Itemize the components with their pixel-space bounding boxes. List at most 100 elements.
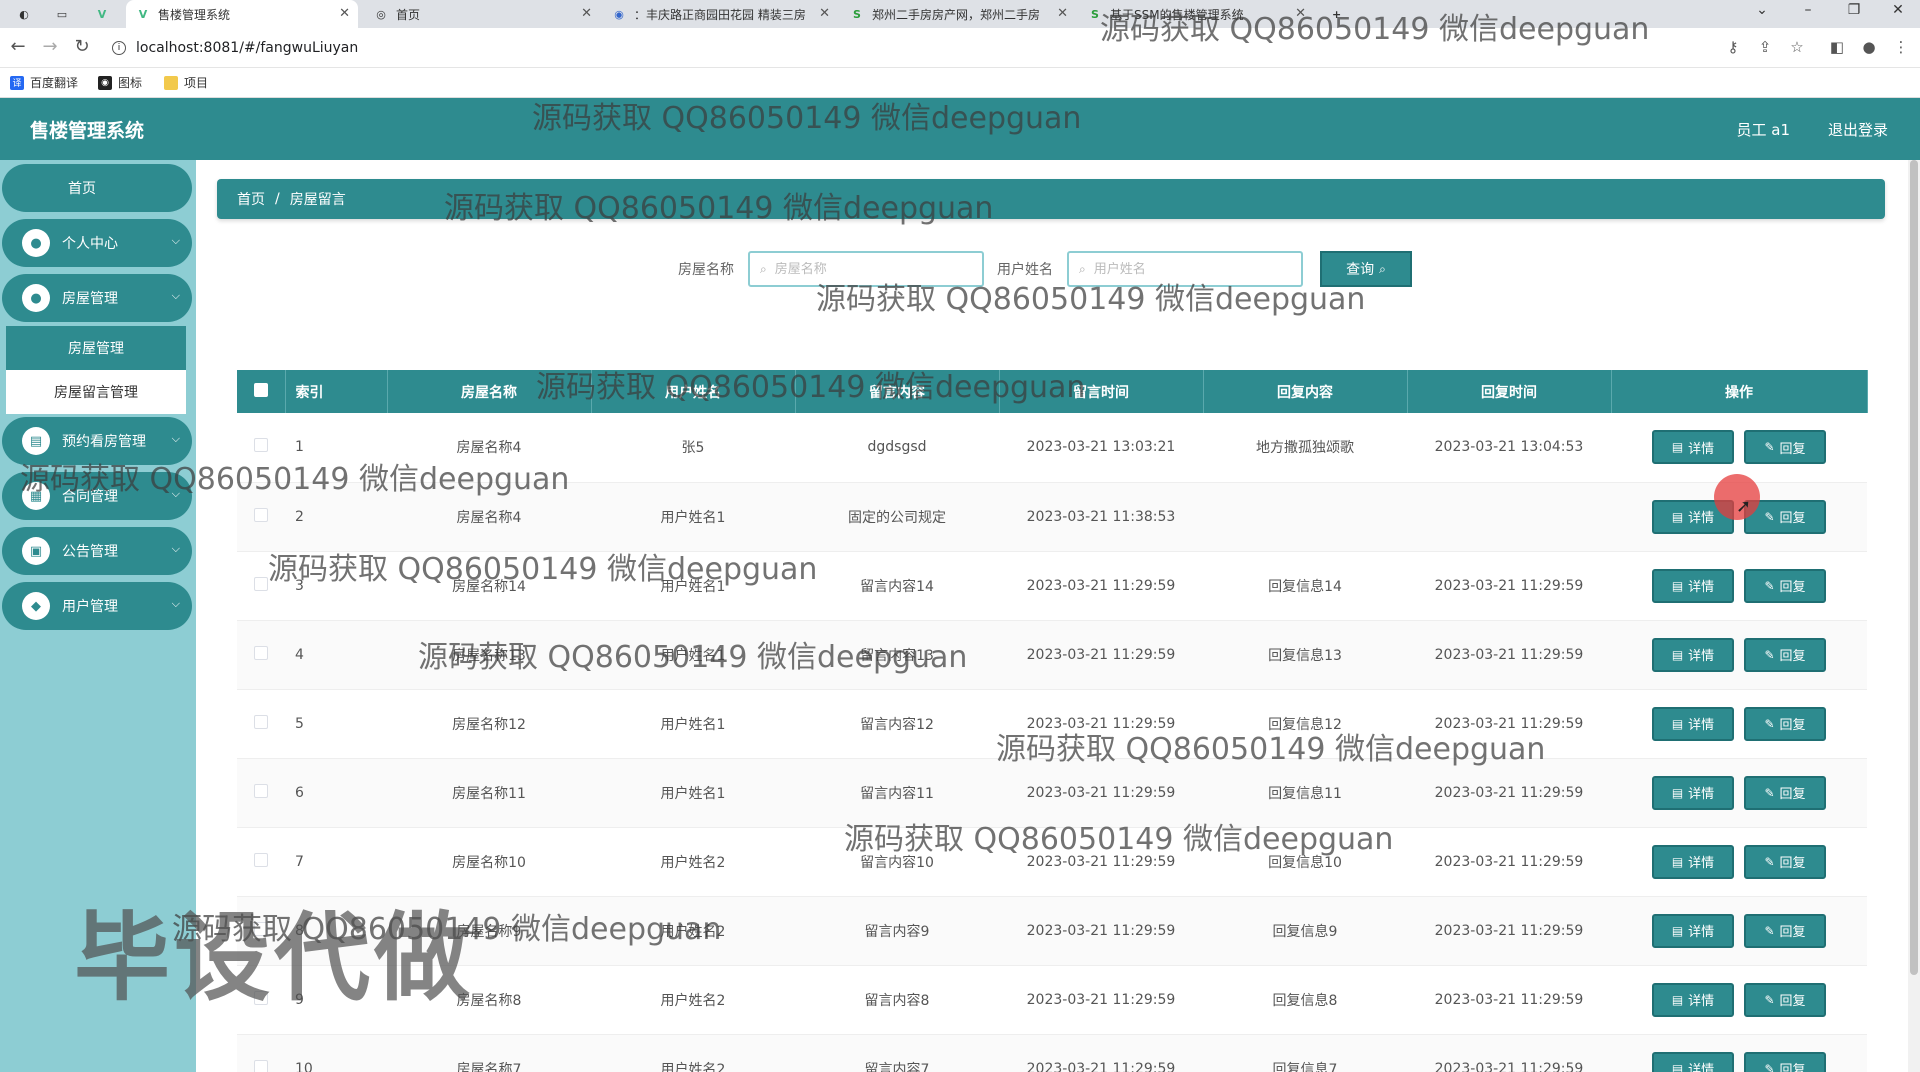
cell-reply-content: 回复信息13	[1203, 620, 1407, 690]
user-name-input[interactable]	[1093, 261, 1284, 277]
cell-user-name: 用户姓名2	[591, 1034, 795, 1072]
new-tab-button[interactable]: +	[1322, 0, 1352, 28]
detail-button[interactable]: ▤ 详情	[1652, 568, 1734, 603]
detail-button[interactable]: ▤ 详情	[1652, 637, 1734, 672]
row-checkbox[interactable]	[254, 783, 268, 798]
document-icon: ▤	[1671, 578, 1684, 593]
row-select-cell[interactable]	[237, 758, 285, 828]
share-icon[interactable]: ⇪	[1754, 38, 1776, 56]
close-icon[interactable]: ✕	[581, 6, 592, 21]
back-icon[interactable]: ←	[6, 36, 30, 57]
logout-button[interactable]: 退出登录	[1828, 119, 1888, 140]
row-checkbox[interactable]	[254, 438, 268, 453]
star-icon[interactable]: ☆	[1786, 38, 1808, 56]
detail-button[interactable]: ▤ 详情	[1652, 430, 1734, 465]
tab-realestate[interactable]: S 郑州二手房房产网，郑州二手房 ✕	[840, 0, 1076, 28]
reply-button[interactable]: ✎ 回复	[1744, 913, 1826, 948]
row-select-cell[interactable]	[237, 965, 285, 1035]
reply-button[interactable]: ✎ 回复	[1744, 775, 1826, 810]
tab-search-button[interactable]: ⌄	[1742, 2, 1782, 18]
reply-button[interactable]: ✎ 回复	[1744, 844, 1826, 879]
tab-vue[interactable]: V	[86, 0, 126, 28]
row-checkbox[interactable]	[254, 576, 268, 591]
row-checkbox[interactable]	[254, 852, 268, 867]
detail-button[interactable]: ▤ 详情	[1652, 913, 1734, 948]
minimize-button[interactable]: –	[1788, 2, 1828, 18]
row-checkbox[interactable]	[254, 645, 268, 660]
row-select-cell[interactable]	[237, 689, 285, 759]
reply-button[interactable]: ✎ 回复	[1744, 982, 1826, 1017]
sidebar-item-users[interactable]: ◆ 用户管理 ⌵	[2, 582, 192, 630]
close-icon[interactable]: ✕	[1057, 6, 1068, 21]
bookmark-translate[interactable]: 译 百度翻译	[10, 74, 78, 91]
restore-button[interactable]: ❐	[1834, 2, 1874, 18]
reply-button[interactable]: ✎ 回复	[1744, 706, 1826, 741]
detail-button[interactable]: ▤ 详情	[1652, 844, 1734, 879]
cell-index: 8	[285, 896, 387, 966]
select-all-checkbox[interactable]	[253, 382, 268, 397]
row-checkbox[interactable]	[254, 507, 268, 522]
close-window-button[interactable]: ✕	[1878, 2, 1918, 18]
tab-home[interactable]: ◎ 首页 ✕	[364, 0, 600, 28]
row-checkbox[interactable]	[254, 921, 268, 936]
table-row: 10 房屋名称7 用户姓名2 留言内容7 2023-03-21 11:29:59 回复信息…	[237, 1034, 1867, 1072]
cell-message-time: 2023-03-21 11:29:59	[999, 758, 1203, 828]
row-checkbox[interactable]	[254, 1059, 268, 1072]
tab-blank[interactable]: ▭	[46, 0, 86, 28]
sidebar-subitem-house-message[interactable]: 房屋留言管理	[6, 370, 186, 414]
key-icon[interactable]: ⚷	[1722, 38, 1744, 56]
row-select-cell[interactable]	[237, 482, 285, 552]
document-icon: ▤	[1671, 440, 1684, 455]
reply-button[interactable]: ✎ 回复	[1744, 430, 1826, 465]
row-select-cell[interactable]	[237, 896, 285, 966]
close-icon[interactable]: ✕	[819, 6, 830, 21]
user-name-field[interactable]: ⌕	[1067, 251, 1303, 287]
column-header: 留言内容	[795, 370, 1000, 413]
sidebar-subitem-house-manage[interactable]: 房屋管理	[6, 326, 186, 370]
sidebar-item-appointment[interactable]: ▤ 预约看房管理 ⌵	[2, 417, 192, 465]
select-all-cell[interactable]	[237, 370, 286, 413]
reply-button[interactable]: ✎ 回复	[1744, 1051, 1826, 1072]
sidepanel-icon[interactable]: ◧	[1826, 38, 1848, 56]
more-icon[interactable]: ⋮	[1890, 38, 1912, 56]
row-select-cell[interactable]	[237, 620, 285, 690]
detail-button-label: 详情	[1688, 1063, 1715, 1072]
house-name-field[interactable]: ⌕	[748, 251, 984, 287]
scrollbar-thumb[interactable]	[1910, 160, 1918, 975]
detail-button[interactable]: ▤ 详情	[1652, 982, 1734, 1017]
detail-button[interactable]: ▤ 详情	[1652, 706, 1734, 741]
page-scrollbar[interactable]	[1908, 160, 1920, 1072]
row-select-cell[interactable]	[237, 551, 285, 621]
close-icon[interactable]: ✕	[339, 6, 350, 21]
sidebar-item-notice[interactable]: ▣ 公告管理 ⌵	[2, 527, 192, 575]
sidebar-item-home[interactable]: 首页	[2, 164, 192, 212]
query-button[interactable]: 查询 ⌕	[1320, 251, 1412, 287]
row-select-cell[interactable]	[237, 413, 285, 483]
tab-project[interactable]: S 基于SSM的售楼管理系统 ✕	[1078, 0, 1314, 28]
profile-icon[interactable]: ●	[1858, 38, 1880, 56]
row-checkbox[interactable]	[254, 714, 268, 729]
reply-button[interactable]: ✎ 回复	[1744, 637, 1826, 672]
reload-icon[interactable]: ↻	[70, 36, 94, 57]
sidebar-item-house[interactable]: ● 房屋管理 ⌵	[2, 274, 192, 322]
row-checkbox[interactable]	[254, 990, 268, 1005]
tab-search-icon[interactable]: ◐	[8, 0, 48, 28]
sidebar-item-profile[interactable]: ● 个人中心 ⌵	[2, 219, 192, 267]
bookmark-project[interactable]: 项目	[164, 74, 208, 91]
bookmark-label: 项目	[184, 76, 209, 90]
detail-button[interactable]: ▤ 详情	[1652, 775, 1734, 810]
reply-button[interactable]: ✎ 回复	[1744, 568, 1826, 603]
detail-button[interactable]: ▤ 详情	[1652, 1051, 1734, 1072]
bookmark-icons[interactable]: ◉ 图标	[98, 74, 142, 91]
row-select-cell[interactable]	[237, 1034, 285, 1072]
breadcrumb-home[interactable]: 首页	[237, 189, 265, 209]
url-field[interactable]: i localhost:8081/#/fangwuLiuyan	[112, 35, 358, 61]
tab-listing[interactable]: ◉ ：丰庆路正商园田花园 精装三房 ✕	[602, 0, 838, 28]
row-select-cell[interactable]	[237, 827, 285, 897]
tab-active[interactable]: V 售楼管理系统 ✕	[126, 0, 358, 28]
info-icon[interactable]: i	[112, 41, 126, 55]
house-name-input[interactable]	[774, 261, 965, 277]
sidebar-item-contract[interactable]: ▦ 合同管理 ⌵	[2, 472, 192, 520]
forward-icon[interactable]: →	[38, 36, 62, 57]
close-icon[interactable]: ✕	[1295, 6, 1306, 21]
